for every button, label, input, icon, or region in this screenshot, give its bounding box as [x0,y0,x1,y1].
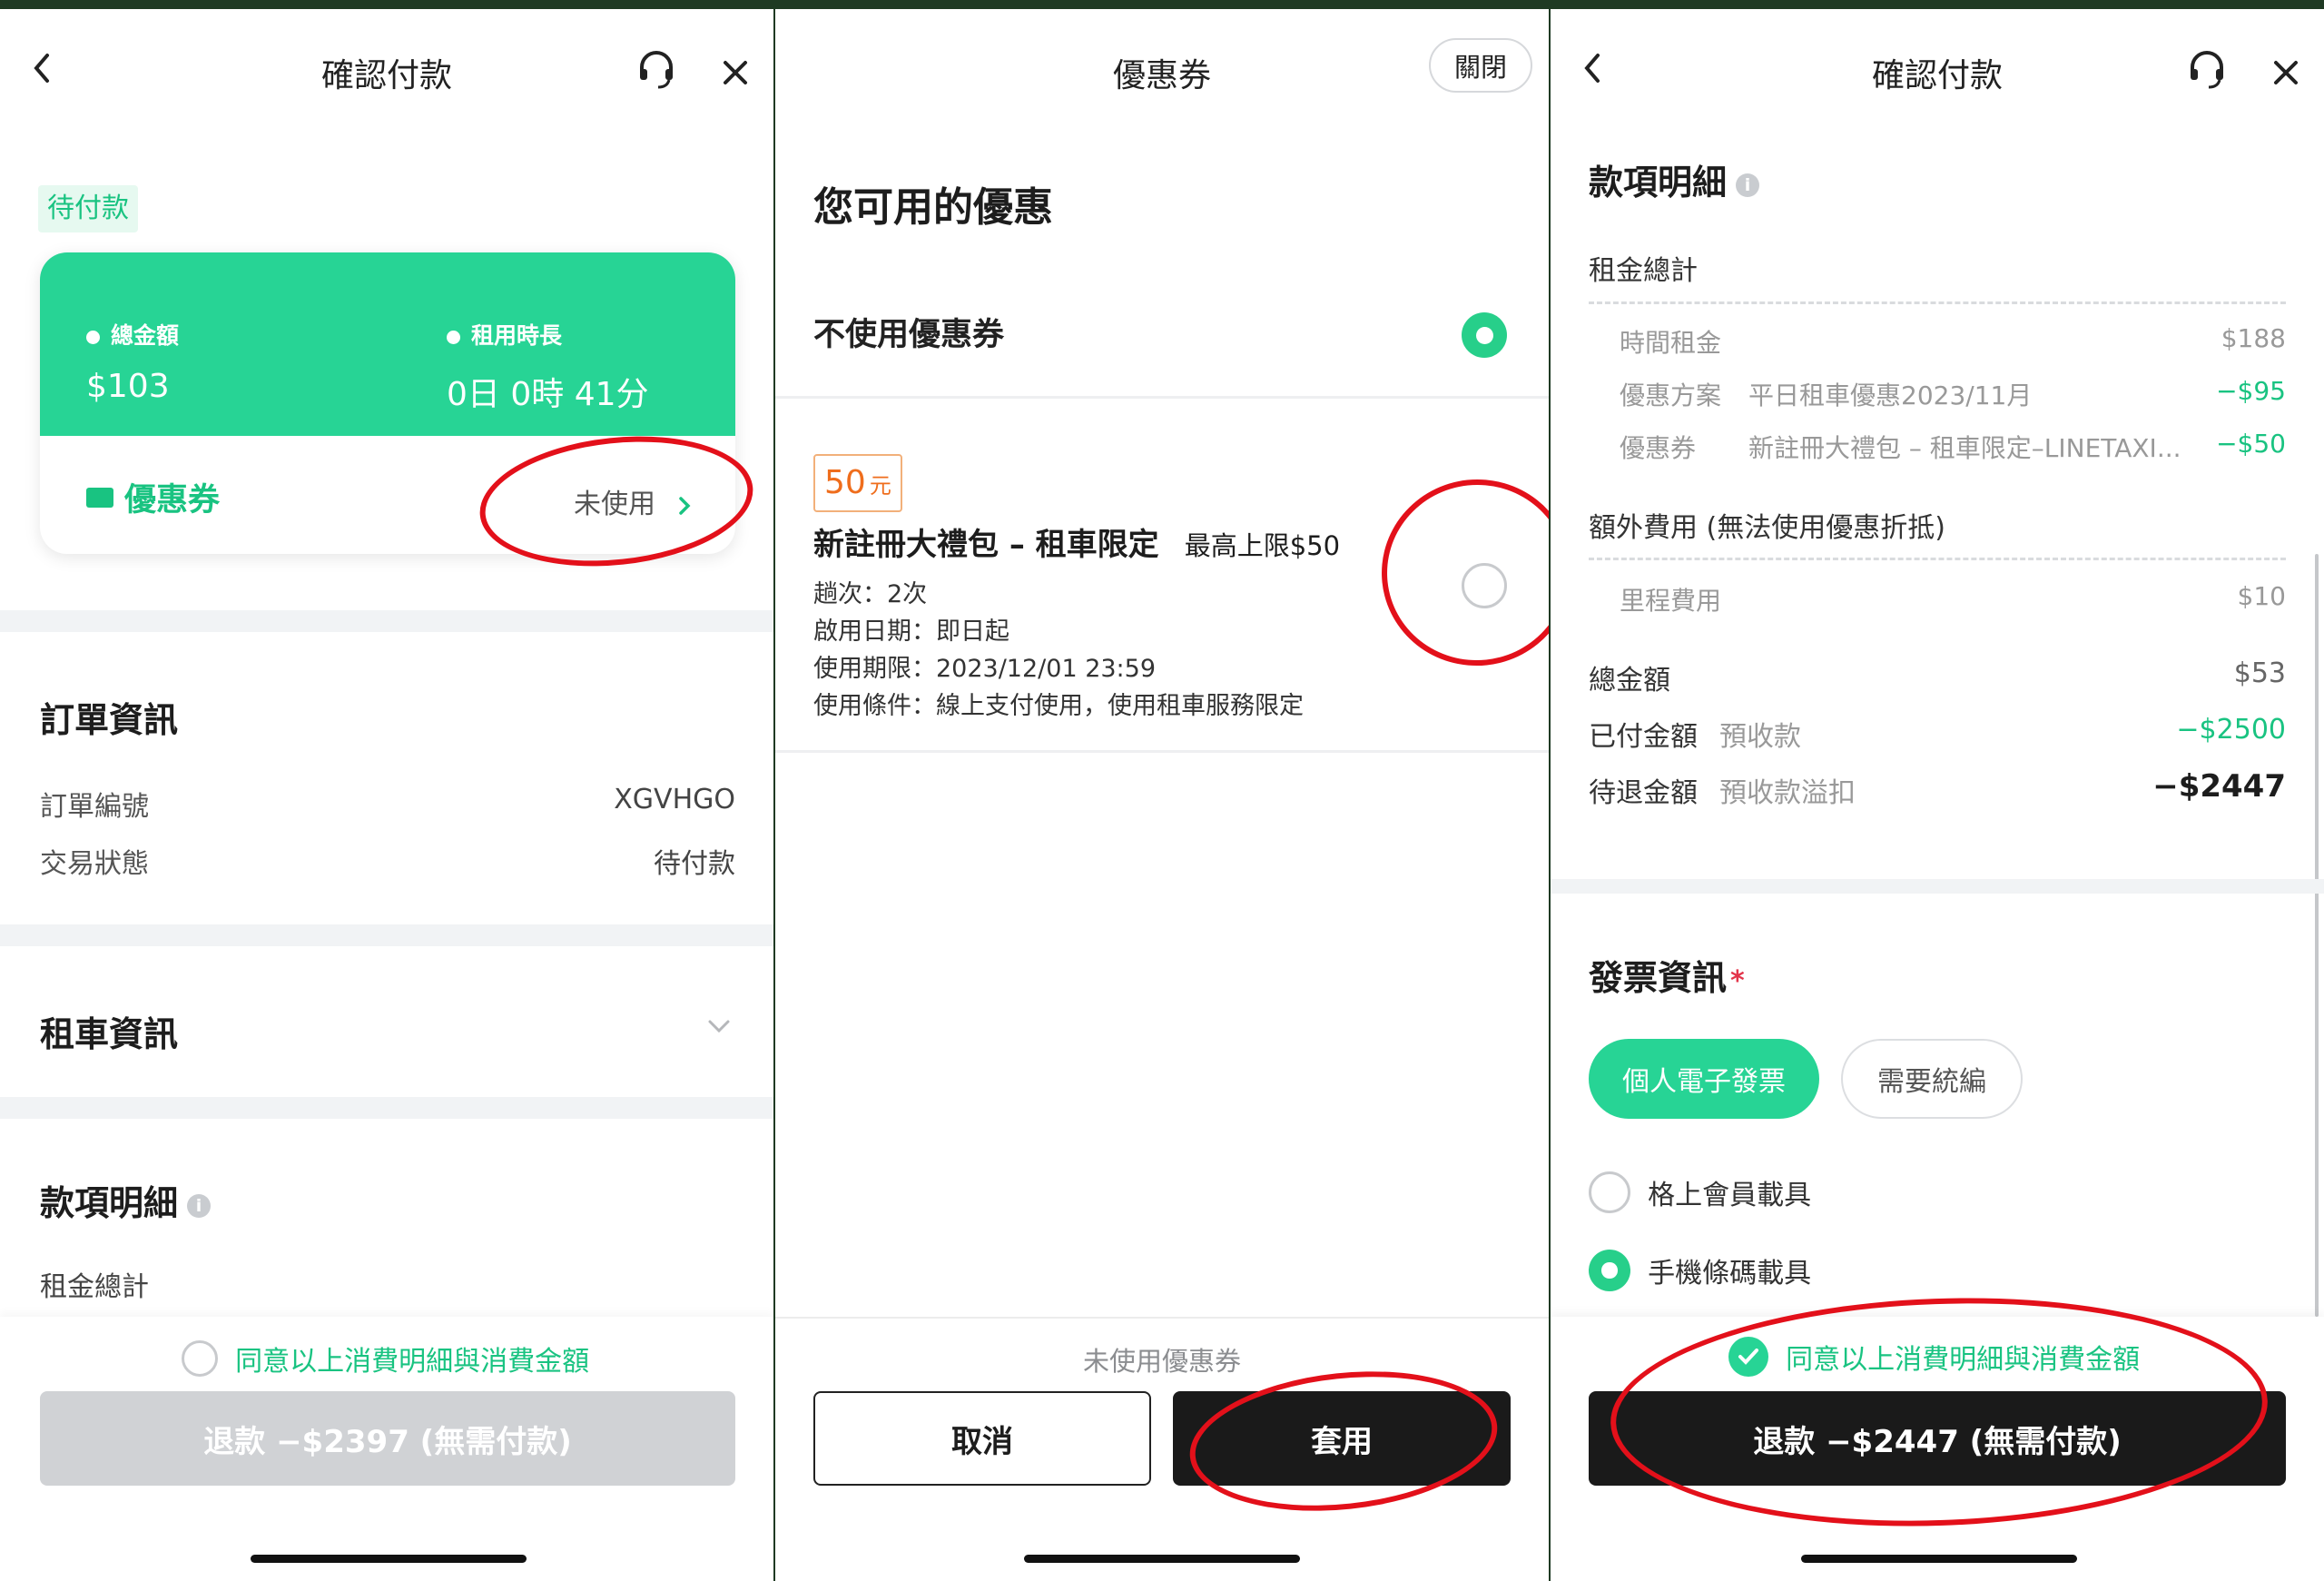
scrollbar[interactable] [2315,554,2319,1317]
refund-label: 待退金額 [1589,777,1698,809]
carrier-phone-label: 手機條碼載具 [1648,1258,1812,1290]
paid-note: 預收款 [1719,721,1801,753]
home-indicator [251,1555,527,1563]
coupon-amount-badge: 50 元 [813,454,902,512]
order-number-value: XGVHGO [614,784,735,815]
close-icon [2274,61,2298,84]
carrier-member-label: 格上會員載具 [1648,1180,1812,1211]
rental-info-row[interactable]: 租車資訊 [0,972,773,1072]
discount-plan-note: 平日租車優惠2023/11月 [1748,380,2033,410]
rent-total-label: 租金總計 [1589,255,1698,287]
carrier-phone-radio-selected[interactable] [1589,1250,1630,1291]
personal-invoice-button[interactable]: 個人電子發票 [1589,1039,1819,1119]
refund-button-disabled[interactable]: 退款 −$2397 (無需付款) [40,1391,735,1486]
section-divider [0,610,773,632]
rent-total-label: 租金總計 [40,1271,149,1303]
section-divider [1551,879,2324,894]
customer-service-button[interactable] [2181,44,2232,94]
annotation-circle [1183,1357,1504,1526]
carrier-member-option[interactable]: 格上會員載具 [1589,1171,1811,1213]
coupon-icon [86,487,113,508]
rental-duration-value: 0日 0時 41分 [447,376,649,413]
close-button[interactable] [713,50,758,95]
home-indicator [1024,1555,1300,1563]
paid-label: 已付金額 [1589,721,1698,753]
carrier-phone-option[interactable]: 手機條碼載具 [1589,1250,1811,1291]
confirm-payment-screen-applied: 確認付款 款項明細 i 租金總計 時間租金 $188 優惠方案 平日租車優惠202… [1551,9,2324,1581]
coupon-discount-label: 優惠券 [1620,433,1697,463]
refund-note: 預收款溢扣 [1719,777,1856,809]
agree-text: 同意以上消費明細與消費金額 [235,1346,590,1378]
no-coupon-label: 不使用優惠券 [813,317,1005,353]
footer-divider [775,1317,1549,1319]
order-info-heading: 訂單資訊 [40,700,179,740]
cancel-button[interactable]: 取消 [813,1391,1151,1486]
dashed-divider [1589,558,2286,560]
coupon-discount-note: 新註冊大禮包 – 租車限定–LINETAXI... [1748,433,2181,463]
confirm-payment-screen: 確認付款 待付款 總金額 $103 租用時長 0日 0時 41分 優惠券 未使用… [0,9,773,1581]
coupon-name: 新註冊大禮包 – 租車限定 最高上限$50 [813,527,1341,563]
rental-duration-label: 租用時長 [447,318,562,351]
payment-detail-heading: 款項明細 i [40,1175,212,1225]
rental-info-heading: 租車資訊 [40,1014,179,1054]
time-rent-label: 時間租金 [1620,328,1722,358]
dashed-divider [1589,301,2286,304]
trade-status-value: 待付款 [654,848,735,880]
mileage-label: 里程費用 [1620,586,1722,616]
section-divider [0,1097,773,1119]
customer-service-button[interactable] [631,44,682,94]
time-rent-value: $188 [2221,323,2286,353]
agree-row[interactable]: 同意以上消費明細與消費金額 [182,1339,589,1378]
coupon-expiry: 使用期限：2023/12/01 23:59 [813,655,1157,683]
agree-checkbox[interactable] [182,1340,218,1377]
total-amount-value: $103 [86,368,170,405]
headset-icon [2191,51,2223,89]
no-coupon-radio-selected[interactable] [1462,312,1507,358]
required-mark: * [1730,965,1745,997]
paid-value: −$2500 [2176,714,2286,746]
coupon-discount-value: −$50 [2216,429,2286,459]
invoice-info-heading: 發票資訊 * [1589,958,1745,998]
divider [775,750,1549,753]
status-badge: 待付款 [38,185,138,232]
available-offers-heading: 您可用的優惠 [813,184,1053,231]
company-invoice-button[interactable]: 需要統編 [1841,1039,2023,1119]
carrier-member-radio[interactable] [1589,1171,1630,1213]
close-icon [724,61,747,84]
close-text-button[interactable]: 關閉 [1429,38,1532,93]
trade-status-label: 交易狀態 [40,848,149,880]
coupon-trips: 趟次：2次 [813,580,928,608]
info-icon[interactable]: i [1736,173,1760,197]
total-amount-label: 總金額 [86,318,179,351]
payment-detail-heading: 款項明細 i [1589,154,1760,204]
total-value: $53 [2233,657,2286,689]
info-dot-icon [86,330,100,344]
no-coupon-option[interactable]: 不使用優惠券 [775,282,1549,390]
coupon-status-text: 未使用優惠券 [1082,1346,1241,1377]
headset-icon [640,51,673,89]
divider [775,396,1549,399]
mileage-value: $10 [2237,581,2286,611]
close-button[interactable] [2263,50,2309,95]
home-indicator [1801,1555,2077,1563]
total-label: 總金額 [1589,665,1670,697]
coupon-label: 優惠券 [124,482,221,519]
discount-plan-label: 優惠方案 [1620,380,1722,410]
discount-plan-value: −$95 [2216,376,2286,406]
section-divider [0,924,773,946]
extra-fee-label: 額外費用 (無法使用優惠折抵) [1589,512,1945,544]
coupon-conditions: 使用條件：線上支付使用，使用租車服務限定 [813,692,1304,720]
info-icon[interactable]: i [187,1193,212,1218]
chevron-down-icon [708,1020,730,1033]
refund-value: −$2447 [2152,768,2286,805]
info-dot-icon [447,330,460,344]
coupon-start-date: 啟用日期：即日起 [813,618,1009,646]
coupon-screen: 優惠券 關閉 您可用的優惠 不使用優惠券 50 元 新註冊大禮包 – 租車限定 最高… [775,9,1549,1581]
order-number-label: 訂單編號 [40,791,149,823]
